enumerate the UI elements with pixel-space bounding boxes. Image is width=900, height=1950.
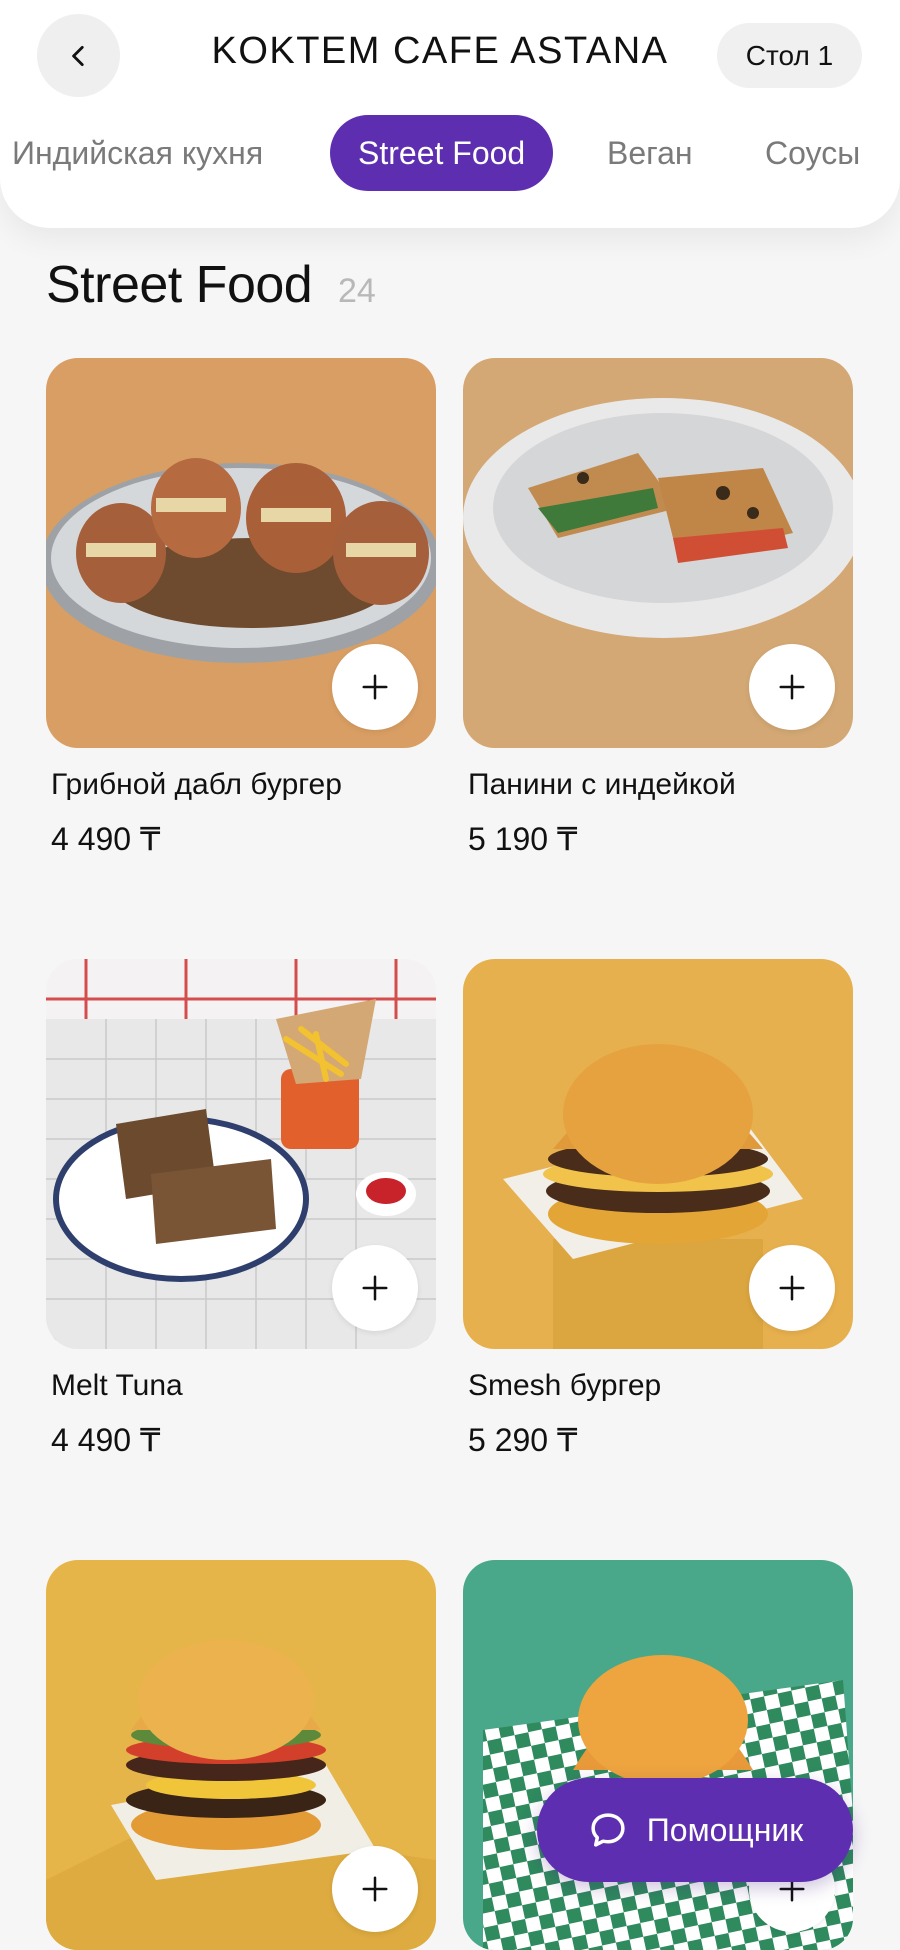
assistant-label: Помощник — [646, 1811, 804, 1848]
plus-icon — [362, 1876, 388, 1902]
table-chip[interactable]: Стол 1 — [717, 23, 862, 88]
tab-street-food[interactable]: Street Food — [330, 115, 554, 191]
back-button[interactable] — [37, 14, 120, 97]
section-count: 24 — [338, 272, 376, 310]
plus-icon — [779, 674, 805, 700]
add-to-cart-button[interactable] — [332, 1846, 418, 1932]
tab-vegan[interactable]: Веган — [607, 115, 693, 191]
product-name: Грибной дабл бургер — [51, 768, 342, 801]
plus-icon — [779, 1275, 805, 1301]
add-to-cart-button[interactable] — [332, 1245, 418, 1331]
tab-indian-cuisine[interactable]: Индийская кухня — [12, 115, 263, 191]
chevron-left-icon — [71, 45, 84, 66]
add-to-cart-button[interactable] — [332, 644, 418, 730]
product-price: 5 290 ₸ — [468, 1422, 578, 1458]
header: KOKTEM CAFE ASTANA Стол 1 Индийская кухн… — [0, 0, 900, 228]
chat-bubble-icon — [591, 1813, 625, 1847]
product-name: Melt Tuna — [51, 1369, 183, 1402]
tab-sauces[interactable]: Соусы — [765, 115, 860, 191]
plus-icon — [362, 1275, 388, 1301]
assistant-button[interactable]: Помощник — [537, 1778, 853, 1882]
restaurant-title: KOKTEM CAFE ASTANA — [211, 30, 669, 72]
product-name: Панини с индейкой — [468, 768, 736, 801]
product-price: 4 490 ₸ — [51, 821, 161, 857]
plus-icon — [362, 674, 388, 700]
add-to-cart-button[interactable] — [749, 644, 835, 730]
product-price: 4 490 ₸ — [51, 1422, 161, 1458]
category-tabs: Индийская кухня Street Food Веган Соусы — [0, 115, 900, 193]
add-to-cart-button[interactable] — [749, 1245, 835, 1331]
product-name: Smesh бургер — [468, 1369, 662, 1402]
product-price: 5 190 ₸ — [468, 821, 578, 857]
section-title: Street Food — [46, 256, 313, 314]
